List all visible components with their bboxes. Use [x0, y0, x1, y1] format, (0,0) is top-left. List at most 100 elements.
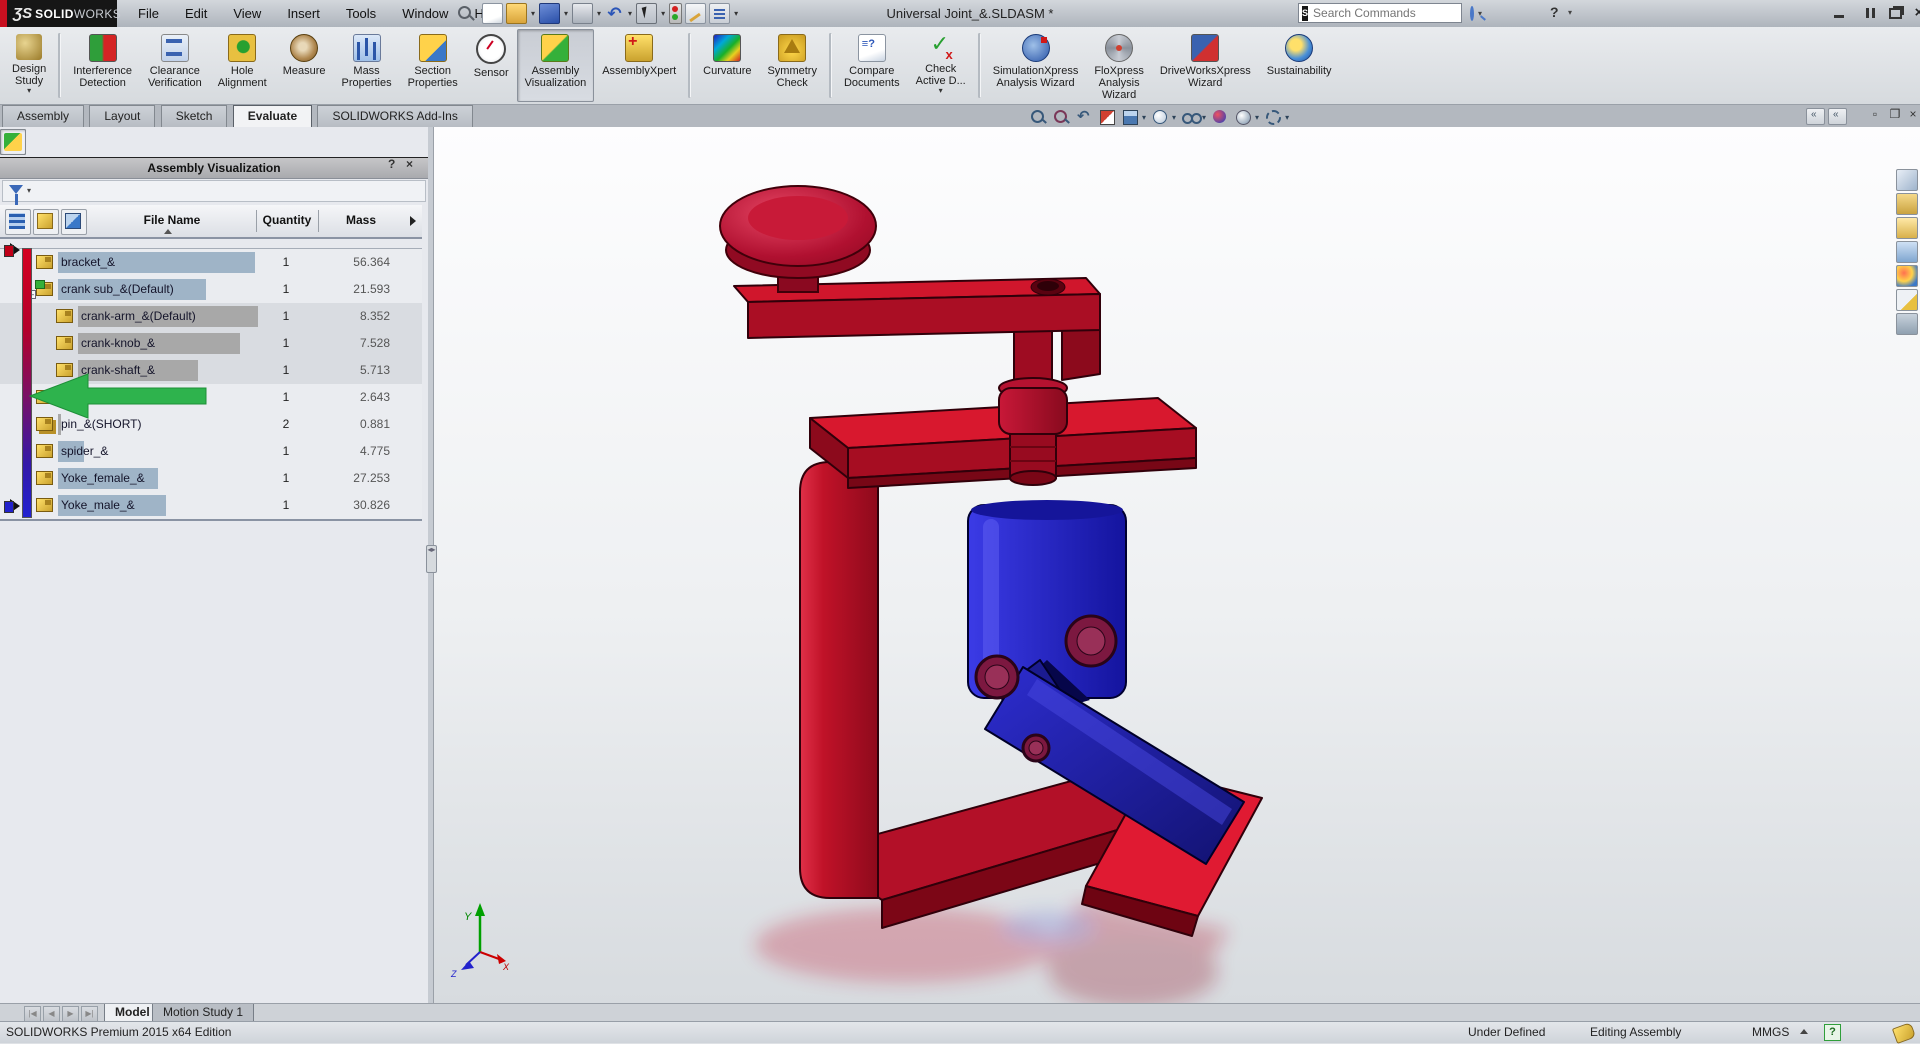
table-row-crank-shaft[interactable]: – crank-shaft_& 1 5.713 [0, 357, 422, 384]
collapse-panel-icon[interactable] [1828, 108, 1847, 125]
doc-close-icon[interactable]: × [1904, 107, 1920, 121]
ribbon-section-properties[interactable]: Section Properties ▾ [400, 29, 466, 102]
options-list-button[interactable] [709, 3, 730, 24]
dropdown-caret-icon[interactable]: ▾ [597, 9, 601, 18]
dropdown-caret-icon[interactable]: ▾ [1255, 113, 1259, 122]
display-style-icon[interactable] [1151, 108, 1169, 126]
ribbon-assembly-visualization[interactable]: Assembly Visualization ▾ [517, 29, 595, 102]
collapse-button[interactable] [1856, 6, 1878, 22]
search-box[interactable]: S ▾ [1298, 3, 1462, 23]
tab-motion-study-1[interactable]: Motion Study 1 [152, 1004, 254, 1022]
menu-2[interactable]: View [220, 0, 274, 27]
search-icon[interactable] [1470, 6, 1474, 21]
table-row-bracket[interactable]: – bracket_& 1 56.364 [0, 249, 422, 276]
filter-icon[interactable] [9, 185, 23, 194]
color-gradient-bar[interactable] [22, 248, 32, 518]
ribbon-design-study[interactable]: Design Study ▾ [4, 29, 54, 102]
ribbon-interference-detection[interactable]: Interference Detection ▾ [65, 29, 140, 102]
undo-button[interactable]: ↶ [605, 4, 624, 23]
more-columns-icon[interactable] [410, 216, 416, 226]
tab-sketch[interactable]: Sketch [161, 105, 228, 127]
ribbon-hole-alignment[interactable]: Hole Alignment ▾ [210, 29, 275, 102]
graphics-viewport[interactable]: Y X Z [433, 127, 1920, 1003]
ribbon-check-active[interactable]: Check Active D... ▾ [908, 29, 974, 102]
model-canvas[interactable]: Y X Z [433, 127, 1920, 1003]
nav-first-icon[interactable]: |◀ [24, 1006, 41, 1022]
doc-restore-icon[interactable]: ❐ [1886, 107, 1904, 121]
zoom-to-area-icon[interactable] [1052, 108, 1070, 126]
ribbon-curvature[interactable]: Curvature ▾ [695, 29, 759, 102]
tag-icon[interactable] [1892, 1022, 1916, 1044]
column-file-name[interactable]: File Name [96, 205, 248, 237]
help-button[interactable]: ? [1550, 4, 1559, 20]
dropdown-caret-icon[interactable]: ▾ [564, 9, 568, 18]
column-quantity[interactable]: Quantity [257, 205, 317, 237]
rebuild-stoplight-button[interactable] [669, 3, 682, 24]
menu-0[interactable]: File [125, 0, 172, 27]
ribbon-sustainability[interactable]: Sustainability ▾ [1259, 29, 1340, 102]
design-library-icon[interactable] [1896, 193, 1918, 215]
file-explorer-icon[interactable] [1896, 217, 1918, 239]
menu-4[interactable]: Tools [333, 0, 389, 27]
ribbon-sep-1[interactable]: ▾ [58, 33, 61, 98]
ribbon-sensor[interactable]: Sensor ▾ [466, 29, 517, 102]
tab-evaluate[interactable]: Evaluate [233, 105, 312, 127]
menu-1[interactable]: Edit [172, 0, 220, 27]
assembly-view-toggle[interactable] [61, 209, 87, 235]
appearance-editor-button[interactable] [685, 3, 706, 24]
tab-assembly[interactable]: Assembly [2, 105, 84, 127]
view-orientation-icon[interactable] [1121, 108, 1139, 126]
nav-prev-icon[interactable]: ◀ [43, 1006, 60, 1022]
panel-tab-assembly-visualization[interactable] [0, 129, 26, 155]
solidworks-forum-icon[interactable] [1896, 313, 1918, 335]
previous-view-icon[interactable] [1075, 108, 1093, 126]
table-row-hidden-row[interactable]: – 1 2.643 [0, 384, 422, 411]
value-bars-toggle[interactable] [5, 209, 31, 235]
dropdown-caret-icon[interactable]: ▾ [628, 9, 632, 18]
dropdown-caret-icon[interactable]: ▾ [734, 9, 738, 18]
tab-solidworks-add-ins[interactable]: SOLIDWORKS Add-Ins [317, 105, 472, 127]
filter-bar[interactable]: ▾ [2, 180, 426, 202]
dropdown-caret-icon[interactable]: ▾ [1285, 113, 1289, 122]
table-row-spider[interactable]: – spider_& 1 4.775 [0, 438, 422, 465]
print-document-button[interactable] [572, 3, 593, 24]
table-row-pin[interactable]: – pin_&(SHORT) 2 0.881 [0, 411, 422, 438]
units-selector[interactable]: MMGS [1752, 1025, 1789, 1039]
ribbon-sep-3[interactable]: ▾ [829, 33, 832, 98]
tab-layout[interactable]: Layout [89, 105, 155, 127]
ribbon-driveworksxpress[interactable]: DriveWorksXpress Wizard ▾ [1152, 29, 1259, 102]
nav-last-icon[interactable]: ▶| [81, 1006, 98, 1022]
close-button[interactable]: × [1908, 6, 1920, 22]
dropdown-caret-icon[interactable]: ▾ [1172, 113, 1176, 122]
splitter-handle[interactable]: ◂▸ [426, 545, 437, 573]
minimize-button[interactable] [1828, 6, 1850, 22]
search-input[interactable] [1311, 5, 1470, 21]
ribbon-mass-properties[interactable]: Mass Properties ▾ [333, 29, 399, 102]
dropdown-caret-icon[interactable]: ▾ [27, 87, 31, 95]
custom-properties-icon[interactable] [1896, 289, 1918, 311]
filter-caret-icon[interactable]: ▾ [27, 186, 31, 195]
dropdown-caret-icon[interactable]: ▾ [531, 9, 535, 18]
table-row-crank-knob[interactable]: – crank-knob_& 1 7.528 [0, 330, 422, 357]
table-row-yoke-female[interactable]: – Yoke_female_& 1 27.253 [0, 465, 422, 492]
table-row-crank-arm[interactable]: – crank-arm_&(Default) 1 8.352 [0, 303, 422, 330]
view-palette-icon[interactable] [1896, 241, 1918, 263]
ribbon-sep-4[interactable]: ▾ [978, 33, 981, 98]
menu-3[interactable]: Insert [274, 0, 333, 27]
edit-appearance-icon[interactable] [1211, 108, 1229, 126]
menu-5[interactable]: Window [389, 0, 461, 27]
open-document-button[interactable] [506, 3, 527, 24]
ribbon-clearance-verification[interactable]: Clearance Verification ▾ [140, 29, 210, 102]
select-tool-button[interactable] [636, 3, 657, 24]
table-row-yoke-male[interactable]: – Yoke_male_& 1 30.826 [0, 492, 422, 519]
panel-close-icon[interactable]: × [406, 157, 420, 177]
restore-button[interactable] [1884, 6, 1906, 22]
hide-show-items-icon[interactable] [1181, 108, 1199, 126]
dropdown-caret-icon[interactable]: ▾ [939, 87, 943, 95]
table-row-crank-sub[interactable]: – crank sub_&(Default) 1 21.593 [0, 276, 422, 303]
ribbon-assemblyxpert[interactable]: AssemblyXpert ▾ [594, 29, 684, 102]
crank-knob-part[interactable] [720, 186, 876, 292]
gradient-slider-bottom[interactable] [10, 499, 20, 513]
gradient-slider-top[interactable] [10, 243, 20, 257]
ribbon-floxpress[interactable]: FloXpress Analysis Wizard ▾ [1086, 29, 1152, 102]
